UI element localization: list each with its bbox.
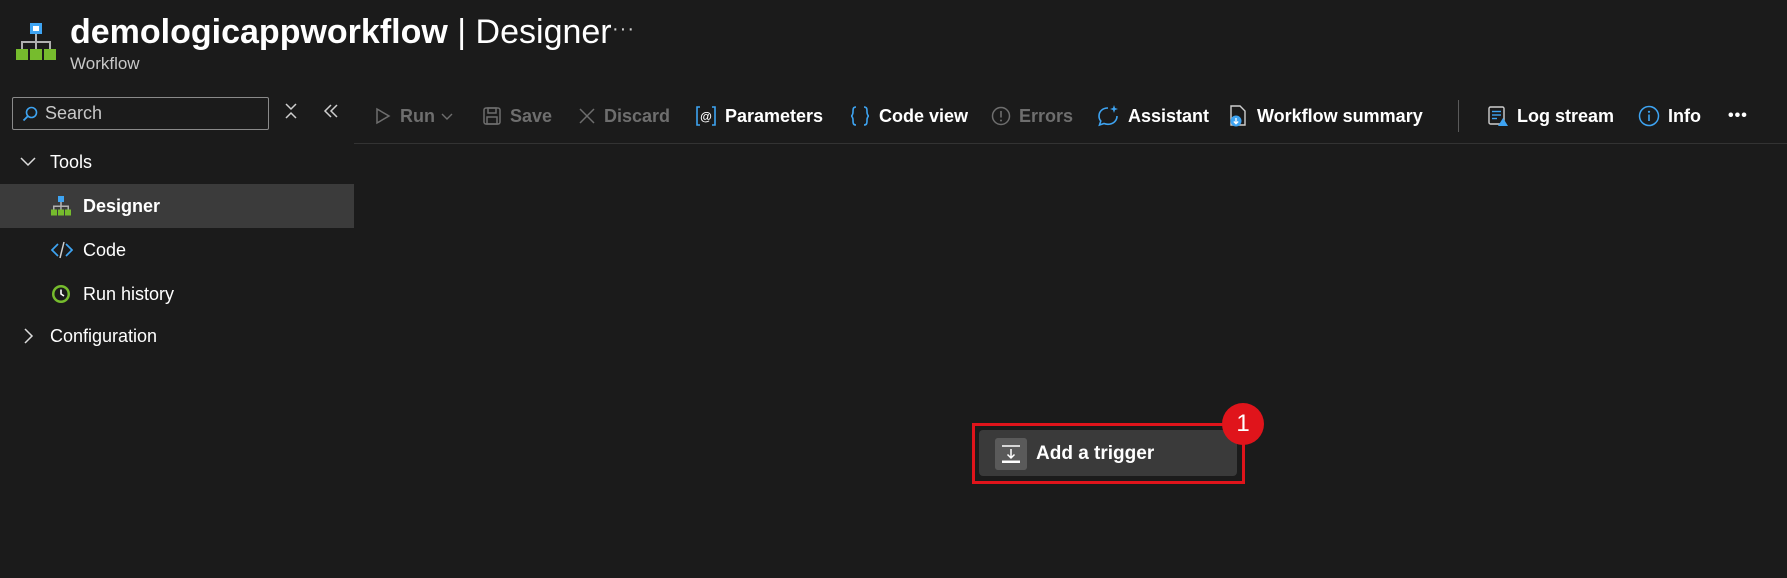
assistant-icon xyxy=(1098,105,1118,127)
toolbar-divider xyxy=(1458,100,1459,132)
play-icon xyxy=(376,107,391,125)
designer-icon xyxy=(51,196,71,216)
workflow-summary-label: Workflow summary xyxy=(1257,105,1423,126)
sidebar-item-code[interactable]: Code xyxy=(0,228,354,272)
add-trigger-highlight: Add a trigger xyxy=(972,423,1245,484)
parameters-icon: @ xyxy=(696,106,716,126)
workflow-summary-button[interactable]: Workflow summary xyxy=(1227,102,1423,130)
save-icon xyxy=(483,107,501,125)
chevron-right-icon xyxy=(24,328,34,344)
code-view-label: Code view xyxy=(879,105,969,126)
code-view-button[interactable]: Code view xyxy=(849,102,968,130)
run-button[interactable]: Run xyxy=(374,102,453,130)
add-trigger-label: Add a trigger xyxy=(1036,443,1155,464)
discard-label: Discard xyxy=(604,105,671,126)
assistant-button[interactable]: Assistant xyxy=(1096,102,1209,130)
info-icon xyxy=(1638,105,1660,127)
search-icon xyxy=(22,106,38,122)
resource-name: demologicappworkflow xyxy=(70,13,448,51)
sidebar-item-designer[interactable]: Designer xyxy=(0,184,354,228)
add-trigger-button[interactable]: Add a trigger xyxy=(979,430,1237,476)
clock-history-icon xyxy=(52,285,70,303)
log-stream-label: Log stream xyxy=(1517,105,1615,126)
page-name: Designer xyxy=(475,13,612,51)
logic-app-workflow-icon xyxy=(16,23,56,60)
braces-icon xyxy=(850,106,870,126)
sidebar-group-tools[interactable]: Tools xyxy=(0,140,354,184)
step-number-badge: 1 xyxy=(1222,403,1264,445)
resource-type-subtitle: Workflow xyxy=(70,54,140,73)
info-button[interactable]: Info xyxy=(1638,102,1701,130)
search-box[interactable] xyxy=(12,97,269,130)
sidebar-item-label: Code xyxy=(83,239,127,260)
page-header: demologicappworkflow | Designer Workflow… xyxy=(0,0,1787,80)
header-more-button[interactable]: ··· xyxy=(612,18,635,41)
code-icon xyxy=(51,241,73,259)
errors-label: Errors xyxy=(1019,105,1074,126)
more-commands-button[interactable]: ••• xyxy=(1728,102,1748,130)
sidebar-item-run-history[interactable]: Run history xyxy=(0,272,354,316)
sidebar: Tools Designer Code Run history xyxy=(0,88,354,578)
log-stream-button[interactable]: Log stream xyxy=(1487,102,1614,130)
save-label: Save xyxy=(510,105,553,126)
search-input[interactable] xyxy=(45,102,260,125)
errors-button[interactable]: Errors xyxy=(991,102,1073,130)
command-bar: Run Save Discard @ Parameters Code view … xyxy=(354,88,1787,144)
trigger-icon xyxy=(995,438,1027,470)
page-title: demologicappworkflow | Designer xyxy=(70,12,612,52)
document-download-icon xyxy=(1230,105,1246,127)
error-icon xyxy=(991,106,1011,126)
save-button[interactable]: Save xyxy=(482,102,552,130)
info-label: Info xyxy=(1668,105,1701,126)
parameters-button[interactable]: @ Parameters xyxy=(695,102,823,130)
sidebar-group-label: Tools xyxy=(50,151,93,172)
sidebar-item-label: Run history xyxy=(83,283,175,304)
discard-button[interactable]: Discard xyxy=(578,102,670,130)
svg-text:@: @ xyxy=(700,110,712,124)
parameters-label: Parameters xyxy=(725,105,824,126)
collapse-sidebar-icon[interactable] xyxy=(323,103,339,119)
title-separator: | xyxy=(447,13,476,51)
sidebar-group-configuration[interactable]: Configuration xyxy=(0,314,354,358)
sidebar-group-label: Configuration xyxy=(50,325,158,346)
chevron-down-icon xyxy=(20,157,36,167)
designer-canvas[interactable]: Add a trigger 1 xyxy=(354,144,1787,578)
run-label: Run xyxy=(400,105,435,126)
log-stream-icon xyxy=(1488,106,1508,126)
assistant-label: Assistant xyxy=(1128,105,1210,126)
close-icon xyxy=(579,108,595,124)
sidebar-item-label: Designer xyxy=(83,195,161,216)
chevron-down-icon xyxy=(441,113,453,120)
clear-filter-icon[interactable] xyxy=(283,102,299,120)
